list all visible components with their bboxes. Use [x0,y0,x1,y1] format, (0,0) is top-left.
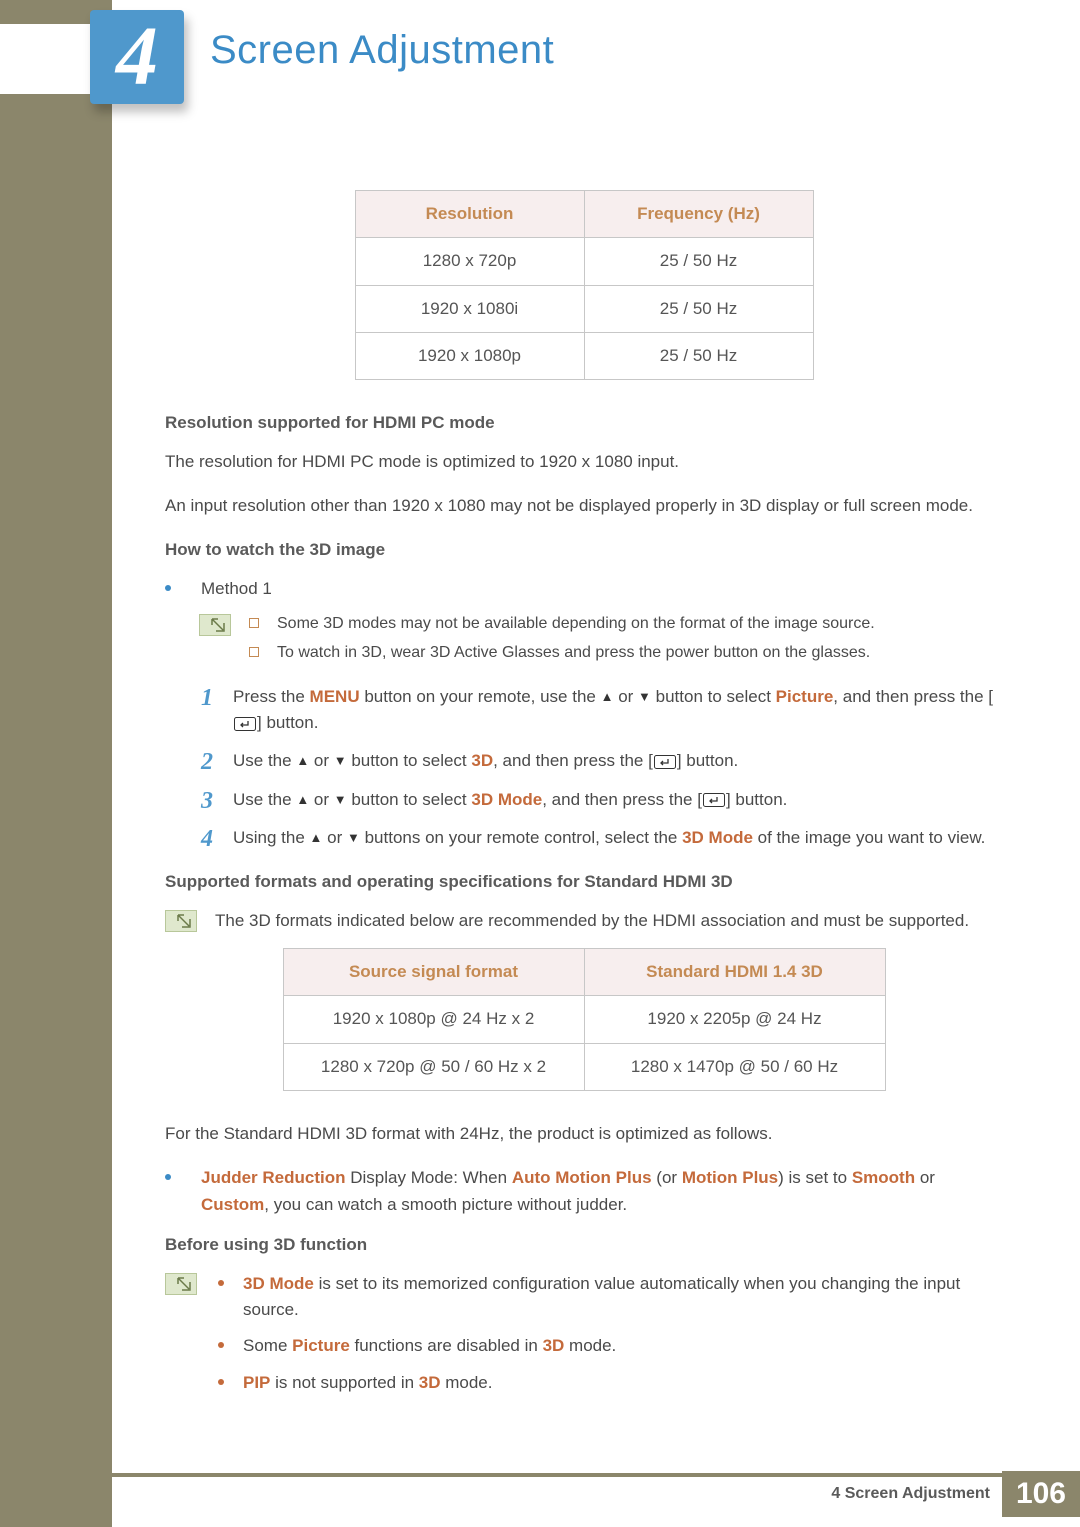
cell: 1280 x 1470p @ 50 / 60 Hz [584,1043,885,1090]
cell: 1920 x 1080p @ 24 Hz x 2 [283,996,584,1043]
heading-supported-formats: Supported formats and operating specific… [165,869,1003,895]
page-number: 106 [1002,1471,1080,1517]
info-text: The 3D formats indicated below are recom… [215,908,1003,934]
step-number: 3 [201,783,213,820]
info-box: The 3D formats indicated below are recom… [165,908,1003,934]
motion-plus-label: Motion Plus [682,1168,778,1187]
paragraph: An input resolution other than 1920 x 10… [165,493,1003,519]
footer-chapter-number: 4 [831,1485,840,1502]
cell: 1280 x 720p [355,238,584,285]
cell: 1920 x 1080p [355,333,584,380]
heading-how-to-watch-3d: How to watch the 3D image [165,537,1003,563]
table2-header-source: Source signal format [283,949,584,996]
enter-icon [654,755,676,769]
side-ribbon [0,0,112,1527]
info-box: 3D Mode is set to its memorized configur… [165,1271,1003,1406]
table-row: 1280 x 720p @ 50 / 60 Hz x 2 1280 x 1470… [283,1043,885,1090]
up-triangle-icon: ▲ [296,790,309,810]
enter-icon [234,717,256,731]
resolution-frequency-table: Resolution Frequency (Hz) 1280 x 720p 25… [355,190,814,380]
picture-label: Picture [776,687,834,706]
footer-inner: 4 Screen Adjustment 106 [831,1471,1080,1517]
info-box: Some 3D modes may not be available depen… [199,612,1003,670]
footer-chapter-title: Screen Adjustment [845,1485,990,1502]
cell: 1280 x 720p @ 50 / 60 Hz x 2 [283,1043,584,1090]
step-text: Use the ▲ or ▼ button to select 3D Mode,… [233,790,787,809]
info-item: 3D Mode is set to its memorized configur… [215,1271,1003,1324]
info-item: Some Picture functions are disabled in 3… [215,1333,1003,1359]
custom-label: Custom [201,1195,264,1214]
3d-label: 3D [543,1336,565,1355]
chapter-badge: 4 [90,10,184,104]
table-row: 1920 x 1080p @ 24 Hz x 2 1920 x 2205p @ … [283,996,885,1043]
note-icon [165,1273,197,1295]
cell: 1920 x 1080i [355,285,584,332]
picture-label: Picture [292,1336,350,1355]
smooth-label: Smooth [852,1168,915,1187]
info-list: 3D Mode is set to its memorized configur… [215,1271,1003,1406]
cell: 25 / 50 Hz [584,333,813,380]
table1-header-resolution: Resolution [355,191,584,238]
3d-mode-label: 3D Mode [682,828,753,847]
method-item: Method 1 Some 3D modes may not be availa… [165,576,1003,852]
step-4: 4 Using the ▲ or ▼ buttons on your remot… [201,825,1003,851]
3d-label: 3D [471,751,493,770]
info-item: PIP is not supported in 3D mode. [215,1370,1003,1396]
down-triangle-icon: ▼ [638,687,651,707]
step-1: 1 Press the MENU button on your remote, … [201,684,1003,737]
table-row: 1920 x 1080i 25 / 50 Hz [355,285,813,332]
table1-header-frequency: Frequency (Hz) [584,191,813,238]
method-list: Method 1 Some 3D modes may not be availa… [165,576,1003,852]
table2-header-standard: Standard HDMI 1.4 3D [584,949,885,996]
3d-mode-label: 3D Mode [243,1274,314,1293]
judder-list: Judder Reduction Display Mode: When Auto… [165,1165,1003,1218]
note-icon [165,910,197,932]
down-triangle-icon: ▼ [334,751,347,771]
step-number: 1 [201,680,213,717]
paragraph: For the Standard HDMI 3D format with 24H… [165,1121,1003,1147]
step-text: Using the ▲ or ▼ buttons on your remote … [233,828,985,847]
down-triangle-icon: ▼ [334,790,347,810]
table-row: 1920 x 1080p 25 / 50 Hz [355,333,813,380]
step-2: 2 Use the ▲ or ▼ button to select 3D, an… [201,748,1003,774]
method-label: Method 1 [201,579,272,598]
chapter-number: 4 [116,10,158,103]
menu-label: MENU [310,687,360,706]
note-icon [199,614,231,636]
page: 4 Screen Adjustment Resolution Frequency… [0,0,1080,1527]
up-triangle-icon: ▲ [601,687,614,707]
footer: 4 Screen Adjustment 106 [112,1473,1080,1527]
up-triangle-icon: ▲ [296,751,309,771]
cell: 25 / 50 Hz [584,285,813,332]
cell: 25 / 50 Hz [584,238,813,285]
pip-label: PIP [243,1373,270,1392]
step-text: Press the MENU button on your remote, us… [233,687,993,732]
enter-icon [703,793,725,807]
cell: 1920 x 2205p @ 24 Hz [584,996,885,1043]
info-item: To watch in 3D, wear 3D Active Glasses a… [249,641,1003,666]
content-area: Resolution Frequency (Hz) 1280 x 720p 25… [165,190,1003,1420]
heading-hdmi-pc-resolution: Resolution supported for HDMI PC mode [165,410,1003,436]
heading-before-3d: Before using 3D function [165,1232,1003,1258]
auto-motion-plus-label: Auto Motion Plus [512,1168,652,1187]
info-list: Some 3D modes may not be available depen… [249,612,1003,670]
judder-item: Judder Reduction Display Mode: When Auto… [165,1165,1003,1218]
step-number: 4 [201,821,213,858]
3d-label: 3D [419,1373,441,1392]
footer-crumb: 4 Screen Adjustment [831,1485,990,1503]
paragraph: The resolution for HDMI PC mode is optim… [165,449,1003,475]
info-item: Some 3D modes may not be available depen… [249,612,1003,637]
chapter-title: Screen Adjustment [210,28,554,73]
3d-mode-label: 3D Mode [471,790,542,809]
step-3: 3 Use the ▲ or ▼ button to select 3D Mod… [201,787,1003,813]
judder-reduction-label: Judder Reduction [201,1168,346,1187]
table-row: 1280 x 720p 25 / 50 Hz [355,238,813,285]
step-text: Use the ▲ or ▼ button to select 3D, and … [233,751,738,770]
steps-list: 1 Press the MENU button on your remote, … [201,684,1003,852]
down-triangle-icon: ▼ [347,828,360,848]
up-triangle-icon: ▲ [310,828,323,848]
hdmi-3d-format-table: Source signal format Standard HDMI 1.4 3… [283,948,886,1091]
step-number: 2 [201,744,213,781]
